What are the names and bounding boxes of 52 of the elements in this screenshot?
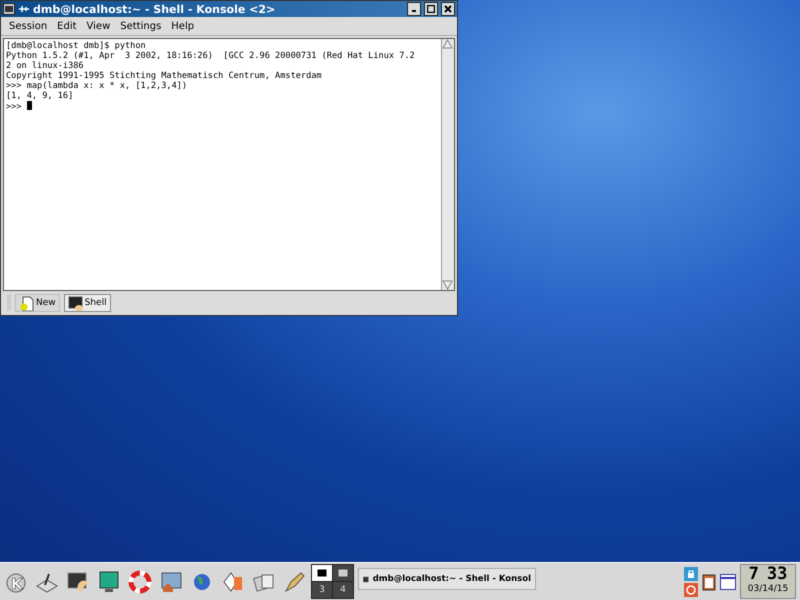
home-folder-icon[interactable] (159, 570, 183, 594)
scroll-up-icon[interactable] (442, 39, 453, 49)
pin-icon[interactable] (18, 4, 30, 14)
terminal-line: >>> map(lambda x: x * x, [1,2,3,4]) (6, 81, 188, 91)
tab[interactable]: New (15, 294, 60, 312)
clipboard-icon[interactable] (702, 572, 716, 590)
envelope-icon[interactable] (221, 570, 245, 594)
task-button[interactable]: dmb@localhost:~ - Shell - Konsol (358, 568, 536, 590)
terminal-icon (68, 296, 83, 310)
menu-item[interactable]: Session (5, 18, 52, 34)
terminal-line: [dmb@localhost dmb]$ python (6, 41, 147, 51)
shell-icon[interactable] (66, 570, 90, 594)
window-title: dmb@localhost:~ - Shell - Konsole <2> (33, 2, 276, 16)
tab[interactable]: Shell (64, 294, 111, 312)
window-icon (338, 569, 348, 577)
lifebuoy-icon[interactable] (128, 570, 152, 594)
calendar-icon[interactable] (720, 574, 736, 590)
maximize-icon (427, 5, 435, 13)
menu-item[interactable]: Help (167, 18, 198, 34)
clock-minute: 33 (766, 565, 788, 584)
window-menu-icon[interactable] (3, 3, 15, 15)
scrollbar[interactable] (441, 39, 454, 290)
clock-hour: 7 (748, 565, 759, 584)
clock[interactable]: 7 33 03/14/15 (740, 564, 796, 599)
desktop-button[interactable]: 4 (333, 582, 353, 598)
desktop-button[interactable]: 3 (312, 582, 332, 598)
menu-item[interactable]: View (82, 18, 114, 34)
task-label: dmb@localhost:~ - Shell - Konsol (372, 574, 531, 584)
desktop-button[interactable] (333, 565, 353, 581)
terminal-line: Copyright 1991-1995 Stichting Mathematisch Centrum, Amsterdam (6, 71, 323, 81)
terminal-line: [1, 4, 9, 16] (6, 91, 74, 101)
menu-item[interactable]: Edit (53, 18, 81, 34)
terminal-line: Python 1.5.2 (#1, Apr 3 2002, 18:16:26) [GCC 2.96 20000731 (Red Hat Linux 7.2 (6, 51, 416, 61)
close-icon (444, 5, 452, 13)
desktop-button[interactable] (312, 565, 332, 581)
close-button[interactable] (441, 2, 455, 16)
terminal-line: 2 on linux-i386 (6, 61, 85, 71)
grip-icon (7, 294, 11, 312)
terminal-area[interactable] (3, 38, 455, 291)
maximize-button[interactable] (424, 2, 438, 16)
terminal-line: >>> (6, 101, 439, 112)
clock-date: 03/14/15 (748, 584, 788, 594)
pen-icon[interactable] (283, 570, 307, 594)
scroll-down-icon[interactable] (442, 280, 453, 290)
monitor-icon[interactable] (97, 570, 121, 594)
minimize-button[interactable] (407, 2, 421, 16)
desktop-pager[interactable]: 3 4 (311, 564, 354, 599)
window-icon (317, 569, 327, 577)
menu-item[interactable]: Settings (116, 18, 166, 34)
power-icon[interactable] (684, 582, 698, 596)
terminal-icon (363, 574, 369, 584)
new-document-icon (19, 296, 34, 310)
